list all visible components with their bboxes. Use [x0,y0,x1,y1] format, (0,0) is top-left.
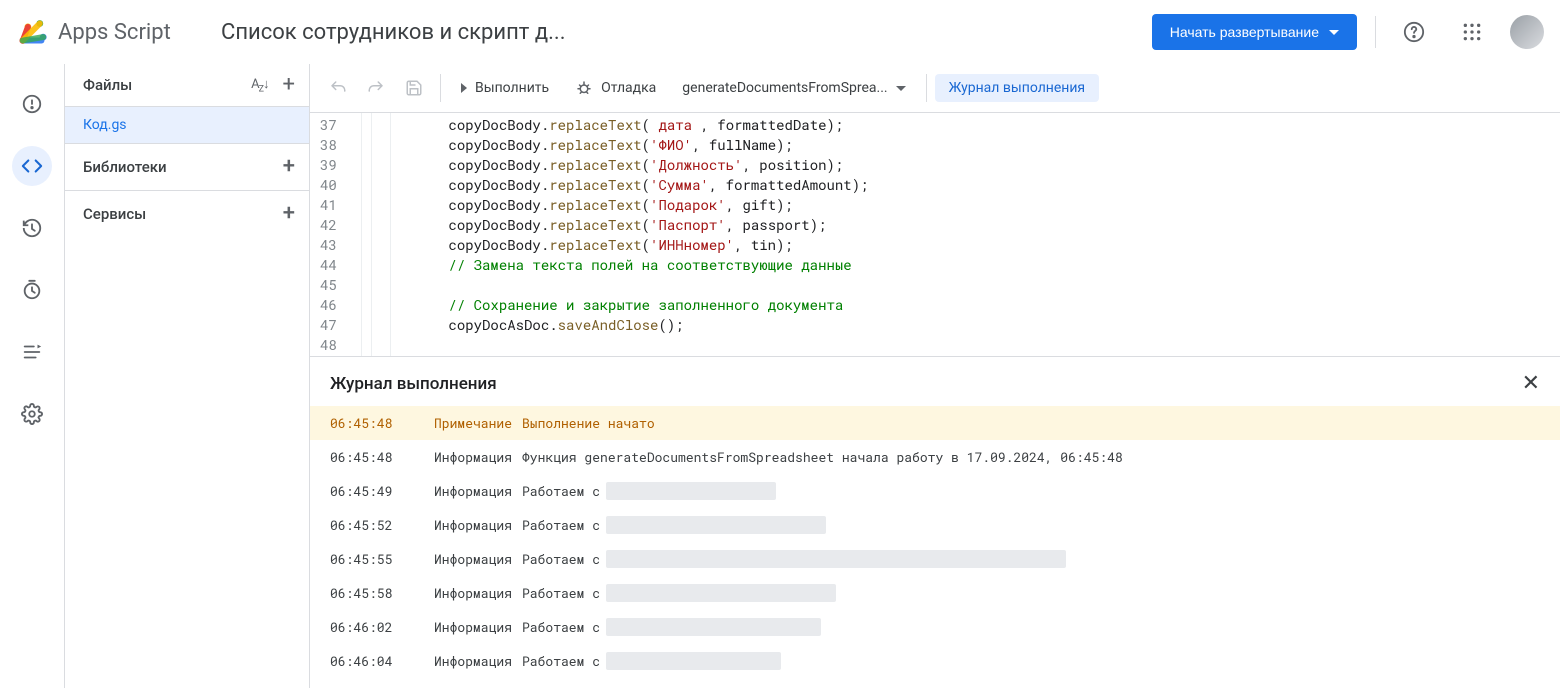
sort-az-icon[interactable]: AZ↓ [247,76,272,95]
log-row: 06:45:48ИнформацияФункция generateDocume… [310,440,1560,474]
file-item[interactable]: Код.gs [65,107,309,143]
code-lines[interactable]: copyDocBody.replaceText( дата , formatte… [391,113,869,356]
redacted-text [606,618,821,636]
redacted-text [606,550,1066,568]
libraries-row: Библиотеки + [65,143,309,190]
log-row: 06:45:55ИнформацияРаботаем с [310,542,1560,576]
files-header: Файлы AZ↓ + [65,64,309,107]
toolbar: Выполнить Отладка generateDocumentsFromS… [310,64,1560,113]
deploy-button[interactable]: Начать развертывание [1152,14,1357,50]
rail-executions[interactable] [12,332,52,372]
code-editor[interactable]: 37383940414243444546474849 copyDocBody.r… [310,113,1560,356]
log-row: 06:45:52ИнформацияРаботаем с [310,508,1560,542]
log-row: 06:45:49ИнформацияРаботаем с [310,474,1560,508]
debug-label: Отладка [601,80,656,96]
sidebar: Файлы AZ↓ + Код.gs Библиотеки + Сервисы … [64,64,310,688]
fold-strip [355,113,391,356]
help-button[interactable] [1394,12,1434,52]
redacted-text [606,482,776,500]
rail-history[interactable] [12,208,52,248]
services-label: Сервисы [83,205,146,223]
services-row: Сервисы + [65,190,309,237]
execution-log-toggle[interactable]: Журнал выполнения [935,74,1100,102]
apps-script-logo-icon [16,15,50,49]
editor-area: Выполнить Отладка generateDocumentsFromS… [310,64,1560,688]
chevron-down-icon [1329,30,1339,35]
log-header: Журнал выполнения ✕ [310,357,1560,406]
log-row: 06:46:04ИнформацияРаботаем с [310,644,1560,678]
log-panel: Журнал выполнения ✕ 06:45:48ПримечаниеВы… [310,356,1560,688]
files-label: Файлы [83,76,132,94]
line-gutter: 37383940414243444546474849 [310,113,355,356]
separator [1375,16,1376,48]
separator [926,74,927,102]
log-row: 06:45:48ПримечаниеВыполнение начато [310,406,1560,440]
save-button[interactable] [396,70,432,106]
redacted-text [606,584,836,602]
redo-button[interactable] [358,70,394,106]
separator [440,74,441,102]
log-body[interactable]: 06:45:48ПримечаниеВыполнение начато06:45… [310,406,1560,678]
project-title[interactable]: Список сотрудников и скрипт д... [221,20,641,45]
logo[interactable]: Apps Script [16,15,211,49]
header-actions: Начать развертывание [1152,12,1544,52]
add-file-button[interactable]: + [277,74,301,96]
run-button[interactable]: Выполнить [449,74,561,102]
apps-grid-button[interactable] [1452,12,1492,52]
log-title: Журнал выполнения [330,374,497,394]
add-library-button[interactable]: + [277,156,301,178]
app-name: Apps Script [58,20,171,45]
function-name: generateDocumentsFromSprea... [682,80,887,96]
undo-button[interactable] [320,70,356,106]
bug-icon [575,79,593,97]
header: Apps Script Список сотрудников и скрипт … [0,0,1560,64]
account-avatar[interactable] [1510,15,1544,49]
debug-button[interactable]: Отладка [563,73,668,103]
close-log-button[interactable]: ✕ [1522,371,1540,396]
rail-settings[interactable] [12,394,52,434]
log-row: 06:45:58ИнформацияРаботаем с [310,576,1560,610]
libraries-label: Библиотеки [83,158,167,176]
play-icon [461,83,467,93]
function-select[interactable]: generateDocumentsFromSprea... [670,74,917,102]
rail-editor[interactable] [12,146,52,186]
left-rail [0,64,64,688]
add-service-button[interactable]: + [277,203,301,225]
rail-overview[interactable] [12,84,52,124]
run-label: Выполнить [475,80,549,96]
redacted-text [606,652,781,670]
chevron-down-icon [896,86,906,91]
deploy-label: Начать развертывание [1170,24,1319,40]
log-row: 06:46:02ИнформацияРаботаем с [310,610,1560,644]
redacted-text [606,516,826,534]
rail-triggers[interactable] [12,270,52,310]
